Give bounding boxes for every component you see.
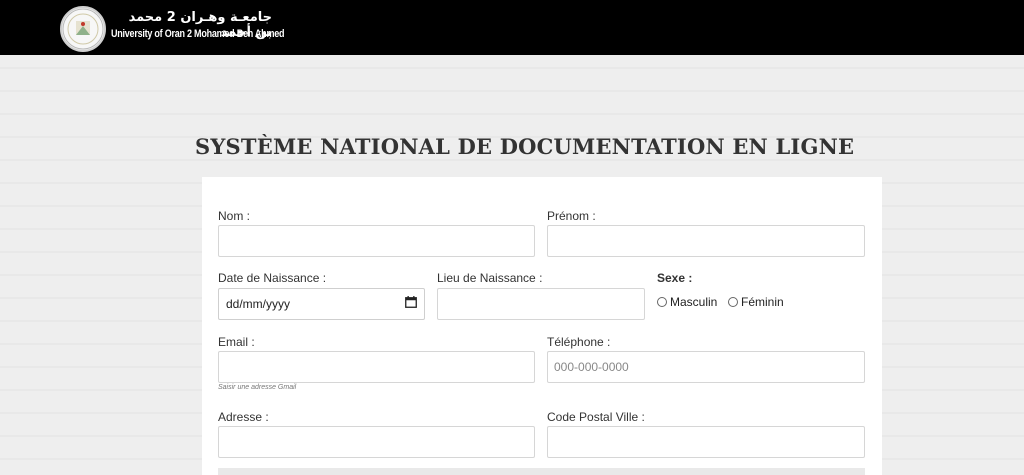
feminin-label: Féminin [741,295,784,309]
email-label: Email : [218,335,255,349]
sexe-label: Sexe : [657,271,693,285]
calendar-icon[interactable] [405,295,417,313]
date-naissance-value: dd/mm/yyyy [226,297,291,311]
prenom-input[interactable] [547,225,865,257]
nom-input[interactable] [218,225,535,257]
feminin-radio[interactable] [728,297,738,307]
code-postal-ville-input[interactable] [547,426,865,458]
university-logo[interactable] [60,6,106,52]
masculin-radio[interactable] [657,297,667,307]
top-header-bar: جامعـة وهـران 2 محمد بن أحمد University … [0,0,1024,55]
email-help-text: Saisir une adresse Gmail [218,384,297,391]
lieu-naissance-input[interactable] [437,288,645,320]
page-title: SYSTÈME NATIONAL DE DOCUMENTATION EN LIG… [195,134,855,159]
telephone-input[interactable] [547,351,865,383]
lieu-naissance-label: Lieu de Naissance : [437,271,543,285]
masculin-label: Masculin [670,295,718,309]
date-naissance-label: Date de Naissance : [218,271,327,285]
email-input[interactable] [218,351,535,383]
adresse-label: Adresse : [218,410,269,424]
adresse-input[interactable] [218,426,535,458]
date-naissance-input[interactable]: dd/mm/yyyy [218,288,425,320]
next-field-strip [218,468,865,475]
code-postal-ville-label: Code Postal Ville : [547,410,645,424]
nom-label: Nom : [218,209,251,223]
sexe-masculin-option[interactable]: Masculin [657,295,717,309]
telephone-label: Téléphone : [547,335,611,349]
sexe-feminin-option[interactable]: Féminin [728,295,784,309]
prenom-label: Prénom : [547,209,596,223]
university-name-english: University of Oran 2 Mohamed Ben Ahmed [111,28,285,40]
